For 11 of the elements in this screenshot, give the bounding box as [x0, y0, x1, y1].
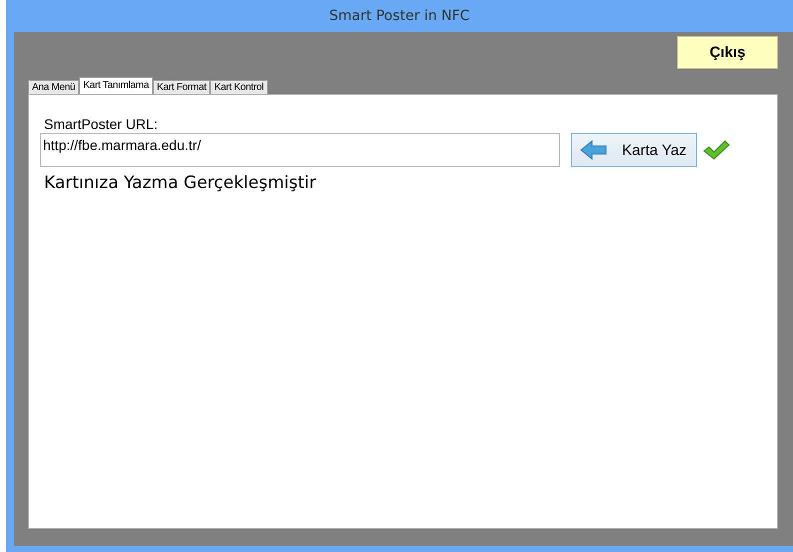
window-title: Smart Poster in NFC: [329, 8, 470, 24]
exit-button[interactable]: Çıkış: [677, 36, 778, 69]
write-button[interactable]: Karta Yaz: [571, 133, 697, 167]
url-label: SmartPoster URL:: [44, 116, 159, 132]
tab[interactable]: Kart Format: [152, 80, 210, 94]
url-field[interactable]: http://fbe.marmara.edu.tr/: [40, 133, 560, 167]
tab[interactable]: Kart Tanımlama: [79, 77, 153, 94]
tab[interactable]: Kart Kontrol: [210, 80, 268, 94]
arrow-icon: [580, 140, 608, 160]
tab[interactable]: Ana Menü: [28, 80, 80, 94]
status-message: Kartınıza Yazma Gerçekleşmiştir: [44, 173, 318, 193]
